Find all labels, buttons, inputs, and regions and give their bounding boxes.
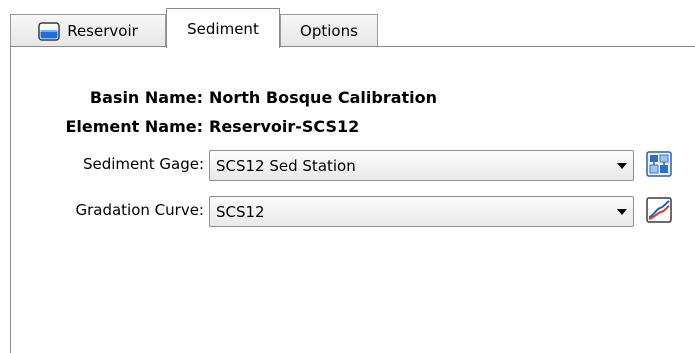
chevron-down-icon[interactable] bbox=[611, 197, 633, 226]
gradation-curve-select[interactable]: SCS12 bbox=[209, 196, 634, 227]
basin-name-value: North Bosque Calibration bbox=[209, 88, 438, 107]
chevron-down-icon[interactable] bbox=[611, 151, 633, 180]
tab-reservoir[interactable]: Reservoir bbox=[10, 14, 166, 47]
tab-sediment-label: Sediment bbox=[187, 19, 259, 38]
gradation-curve-value: SCS12 bbox=[216, 202, 265, 221]
element-name-value: Reservoir-SCS12 bbox=[209, 117, 360, 136]
sediment-gage-value: SCS12 Sed Station bbox=[216, 156, 356, 175]
gradation-curve-button[interactable] bbox=[643, 197, 675, 227]
sediment-gage-label: Sediment Gage: bbox=[82, 155, 204, 173]
basin-name-label: Basin Name: bbox=[89, 88, 203, 107]
tab-options[interactable]: Options bbox=[280, 14, 378, 47]
reservoir-icon bbox=[38, 21, 60, 41]
curve-icon bbox=[646, 197, 672, 227]
gradation-curve-label: Gradation Curve: bbox=[75, 201, 204, 219]
tab-sediment[interactable]: Sediment bbox=[166, 8, 280, 48]
tab-reservoir-label: Reservoir bbox=[67, 22, 138, 40]
sediment-gage-select[interactable]: SCS12 Sed Station bbox=[209, 150, 634, 181]
element-name-label: Element Name: bbox=[65, 117, 203, 136]
tab-options-label: Options bbox=[300, 22, 358, 40]
gage-manager-icon bbox=[646, 151, 672, 181]
gage-manager-button[interactable] bbox=[643, 151, 675, 181]
